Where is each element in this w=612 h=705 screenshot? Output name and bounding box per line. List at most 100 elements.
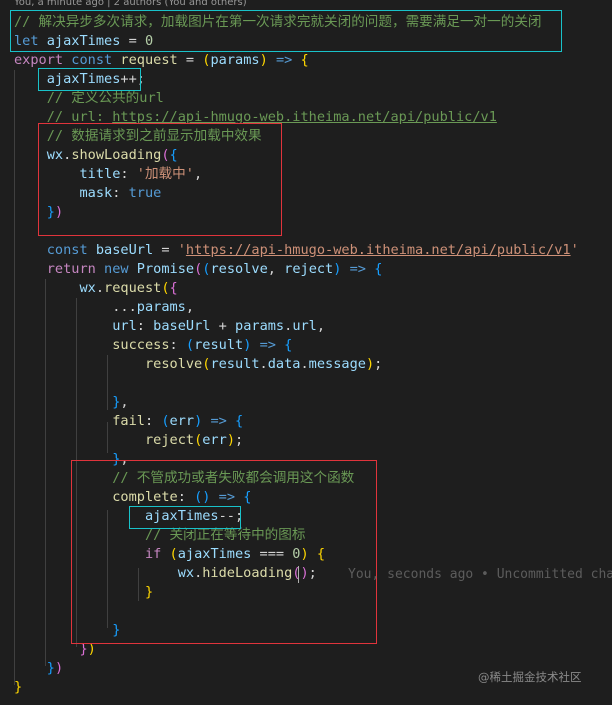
code-token: result — [210, 356, 260, 372]
code-token: . — [300, 356, 309, 372]
code-line[interactable]: url: baseUrl + params.url, — [14, 317, 325, 336]
code-line[interactable]: }) — [14, 659, 63, 678]
code-token: { — [243, 489, 252, 505]
code-line[interactable]: }) — [14, 640, 95, 659]
code-line[interactable]: } — [14, 583, 153, 602]
code-line[interactable]: complete: () => { — [14, 488, 251, 507]
code-line[interactable]: // 定义公共的url — [14, 89, 164, 108]
code-token: : — [112, 185, 129, 201]
code-line[interactable]: ajaxTimes++; — [14, 70, 145, 89]
code-token: mask — [79, 185, 113, 201]
code-token: } — [46, 660, 55, 676]
code-token: hideLoading — [202, 565, 293, 581]
code-line[interactable]: } — [14, 621, 120, 640]
code-line[interactable]: resolve(result.data.message); — [14, 355, 382, 374]
code-token: // 解决异步多次请求，加载图片在第一次请求完就关闭的问题，需要满足一对一的关闭 — [14, 14, 542, 30]
code-token: ' — [570, 242, 579, 258]
code-line[interactable]: fail: (err) => { — [14, 412, 243, 431]
code-token: ' — [177, 242, 186, 258]
codelens-blame-info[interactable]: You, a minute ago | 2 authors (You and o… — [14, 0, 247, 11]
code-token: ++; — [120, 71, 145, 87]
code-line[interactable]: let ajaxTimes = 0 — [14, 32, 153, 51]
code-token: ) — [54, 204, 64, 220]
code-token: baseUrl — [95, 242, 154, 258]
code-line[interactable]: // 关闭正在等待中的图标 — [14, 526, 306, 545]
code-token: reject — [144, 432, 195, 448]
code-line[interactable]: success: (result) => { — [14, 336, 292, 355]
code-token: { — [316, 546, 326, 562]
code-token: ( — [161, 413, 170, 429]
code-token: url — [292, 318, 317, 334]
code-token: resolve — [210, 261, 268, 277]
code-token: ) — [300, 565, 309, 581]
code-line[interactable]: ...params, — [14, 298, 194, 317]
code-line[interactable]: wx.request({ — [14, 279, 177, 298]
code-token: request — [104, 280, 162, 296]
code-line[interactable]: }, — [14, 450, 128, 469]
code-token: ) — [259, 52, 268, 68]
code-line[interactable]: // 解决异步多次请求，加载图片在第一次请求完就关闭的问题，需要满足一对一的关闭 — [14, 13, 542, 32]
code-token: ; — [374, 356, 383, 372]
code-token: err — [169, 413, 195, 429]
code-line[interactable]: export const request = (params) => { — [14, 51, 309, 70]
code-line[interactable]: return new Promise((resolve, reject) => … — [14, 260, 383, 279]
code-token: ; — [235, 432, 244, 448]
code-line[interactable]: }) — [14, 203, 63, 222]
code-line[interactable]: title: '加载中', — [14, 165, 202, 184]
code-line[interactable]: reject(err); — [14, 431, 243, 450]
code-token: : — [136, 318, 154, 334]
code-line[interactable]: ajaxTimes--; — [14, 507, 243, 526]
inline-blame: You, seconds ago • Uncommitted cha — [348, 567, 612, 582]
code-line[interactable]: } — [14, 678, 22, 697]
code-line[interactable]: wx.showLoading({ — [14, 146, 178, 165]
code-line[interactable]: // 数据请求到之前显示加载中效果 — [14, 127, 262, 146]
code-token: // 数据请求到之前显示加载中效果 — [46, 128, 262, 144]
code-token: { — [169, 147, 178, 163]
code-token: } — [79, 641, 88, 657]
code-line[interactable]: mask: true — [14, 184, 161, 203]
code-token: , — [316, 318, 326, 334]
code-token: data — [267, 356, 301, 372]
code-token: : — [169, 337, 186, 353]
code-line[interactable]: // url: https://api-hmugo-web.itheima.ne… — [14, 108, 497, 127]
code-token: let — [14, 33, 39, 49]
code-token: baseUrl — [153, 318, 211, 334]
code-token: === — [251, 546, 293, 562]
code-token: , — [267, 261, 285, 277]
code-line[interactable]: wx.hideLoading(); — [14, 564, 317, 583]
code-token: { — [300, 52, 309, 68]
code-token: params — [235, 318, 285, 334]
code-token: , — [120, 394, 129, 410]
code-line[interactable]: // 不管成功或者失败都会调用这个函数 — [14, 469, 354, 488]
code-token: ; — [308, 565, 317, 581]
code-token: wx — [79, 280, 96, 296]
code-token: wx — [46, 147, 64, 163]
code-token: ) — [54, 660, 64, 676]
code-token: : — [177, 489, 195, 505]
text-cursor — [298, 566, 299, 583]
code-line[interactable]: }, — [14, 393, 129, 412]
code-token: https://api-hmugo-web.itheima.net/api/pu… — [185, 242, 571, 258]
code-token: wx — [177, 565, 195, 581]
code-line[interactable]: if (ajaxTimes === 0) { — [14, 545, 325, 564]
code-token: ... — [14, 299, 137, 315]
code-line[interactable]: const baseUrl = 'https://api-hmugo-web.i… — [14, 241, 579, 260]
code-token: { — [284, 337, 293, 353]
